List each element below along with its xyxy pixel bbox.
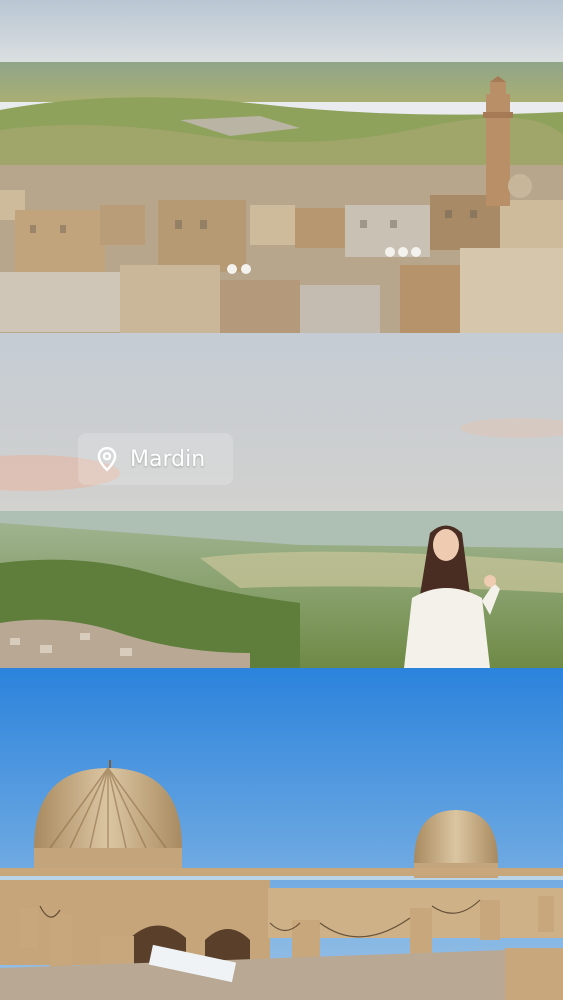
valley-portrait-image (0, 333, 563, 668)
location-label: Mardin (130, 446, 206, 472)
photo-city-overview (0, 0, 563, 333)
location-tag[interactable]: Mardin (78, 433, 233, 485)
location-pin-icon (97, 446, 117, 472)
photo-valley-portrait: Mardin (0, 333, 563, 668)
domed-rooftops-image (0, 668, 563, 1000)
photo-domed-rooftops (0, 668, 563, 1000)
city-overview-image (0, 0, 563, 333)
